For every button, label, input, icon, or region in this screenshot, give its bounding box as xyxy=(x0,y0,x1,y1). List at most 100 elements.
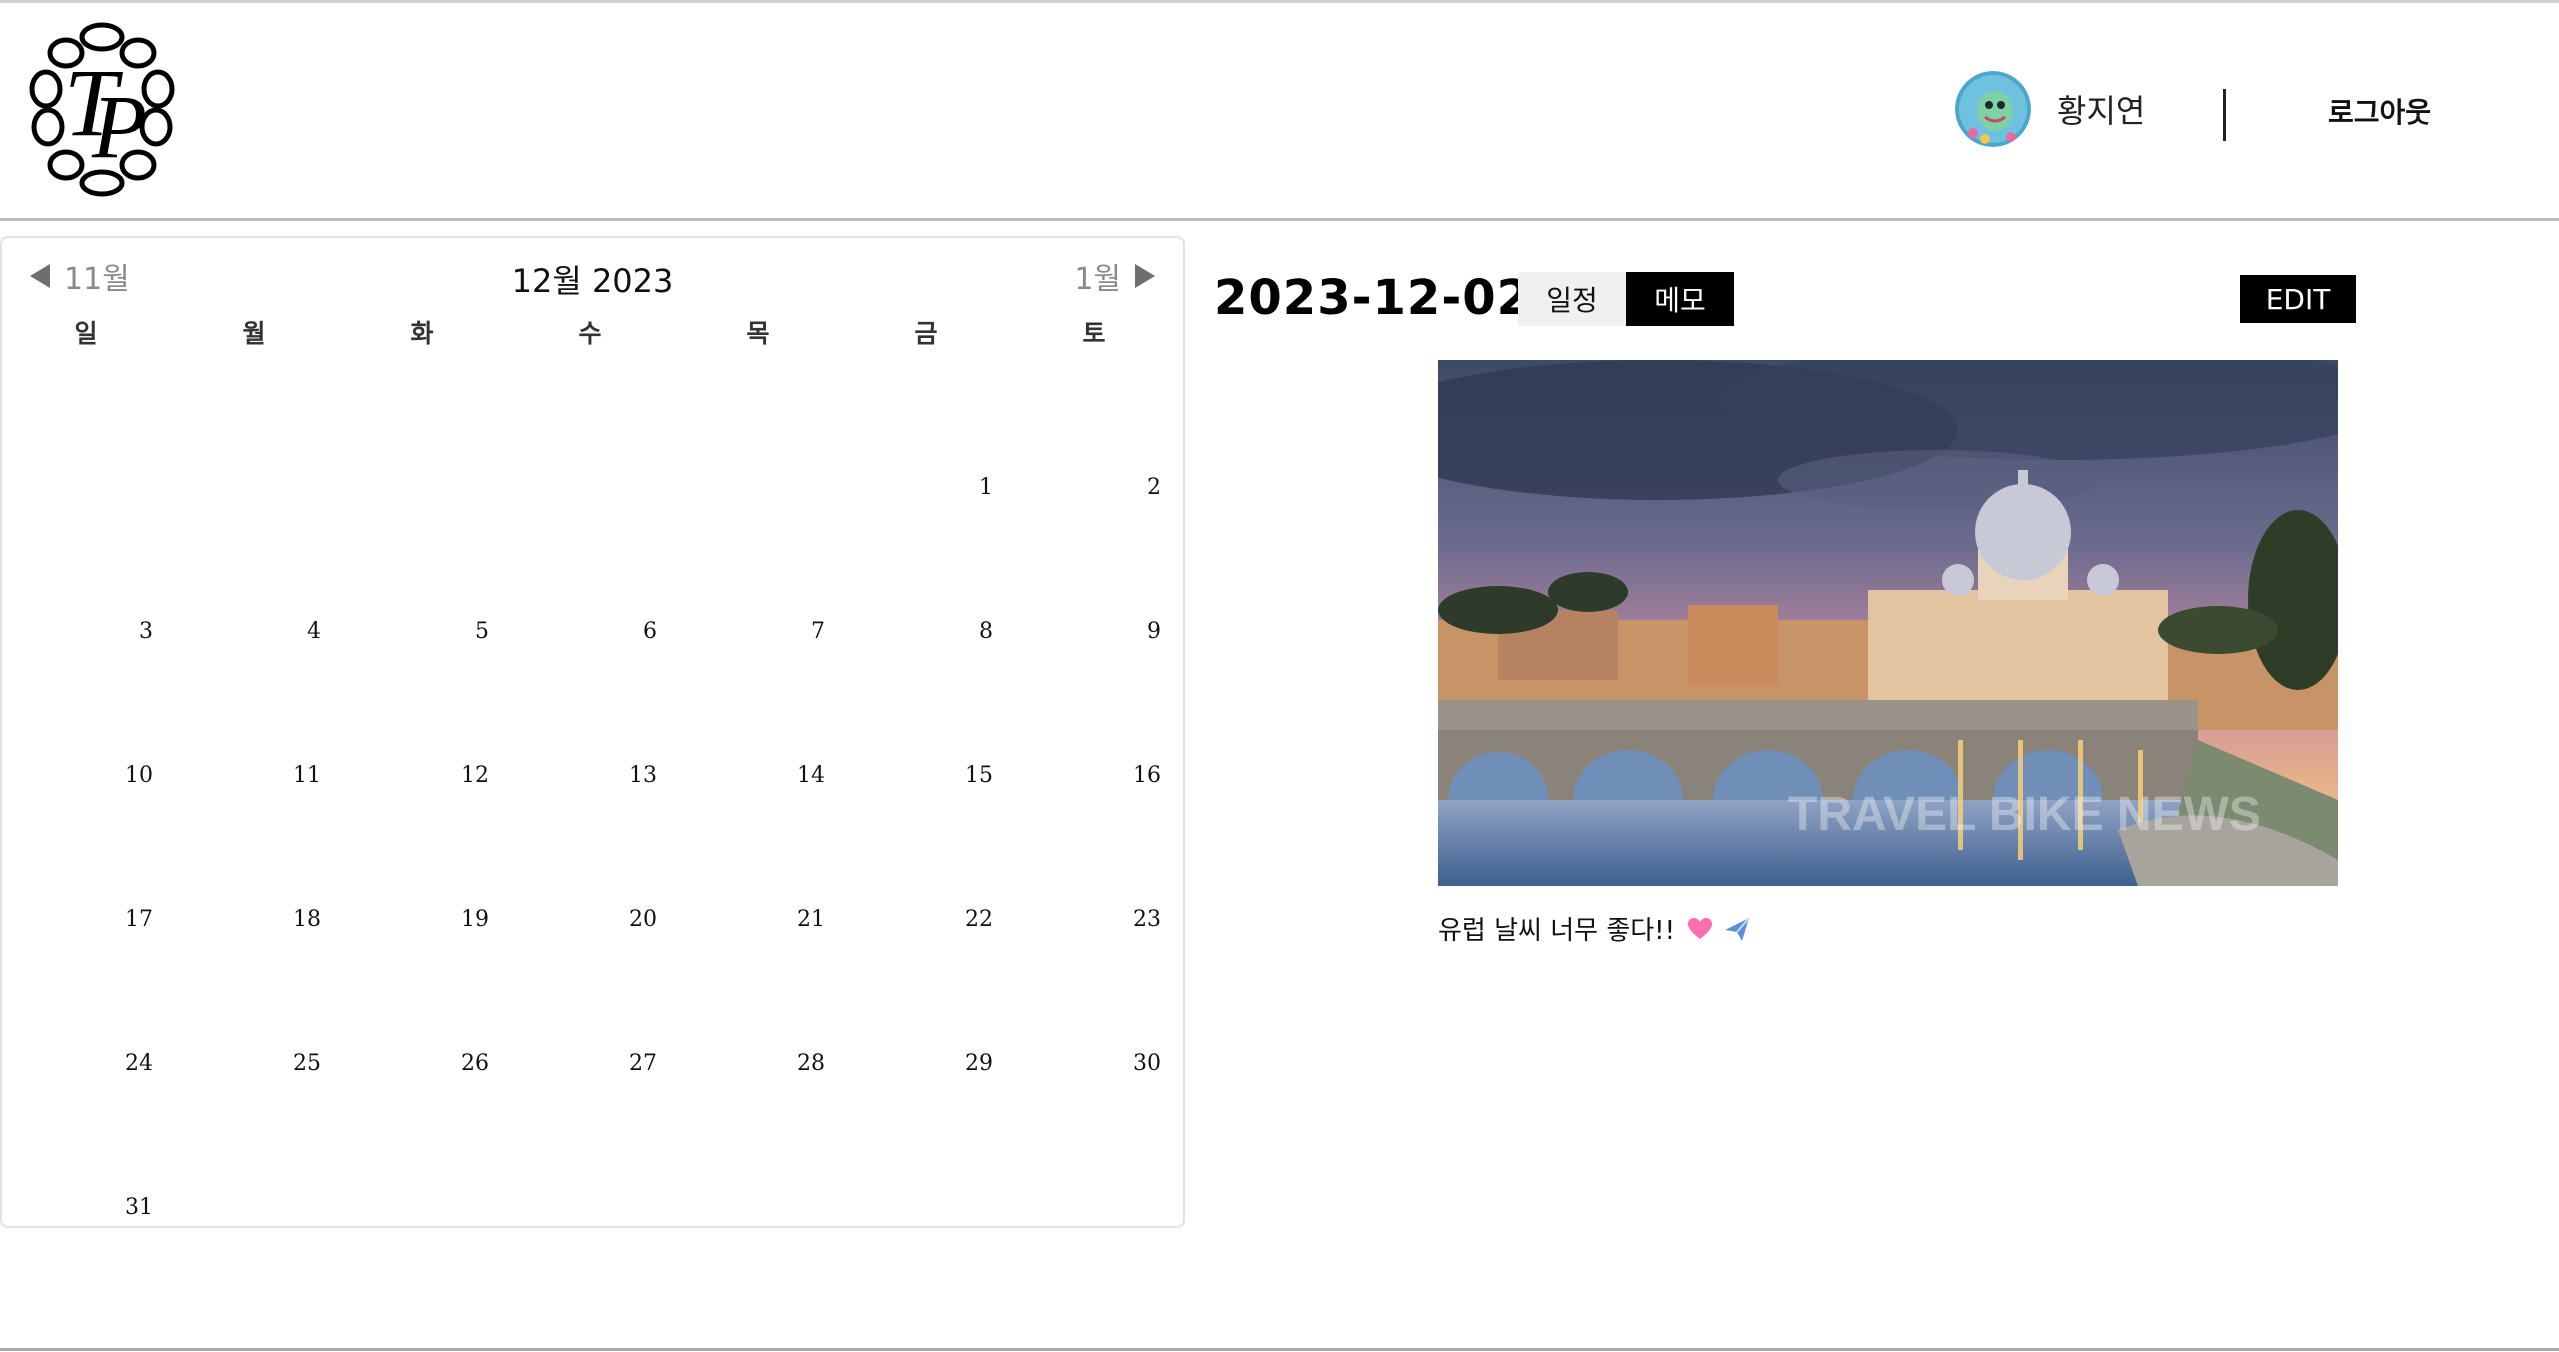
calendar-day-number: 2 xyxy=(1147,475,1161,500)
calendar-day-12[interactable]: 12 xyxy=(338,644,506,788)
memo-photo: TRAVEL BIKE NEWS xyxy=(1438,360,2338,886)
rome-cityscape-photo-icon: TRAVEL BIKE NEWS xyxy=(1438,360,2338,886)
calendar-day-number: 28 xyxy=(797,1051,825,1076)
calendar-day-number: 13 xyxy=(629,763,657,788)
avatar-character-icon xyxy=(1955,71,2031,147)
calendar-day-10[interactable]: 10 xyxy=(2,644,170,788)
calendar-day-19[interactable]: 19 xyxy=(338,788,506,932)
calendar-day-number: 8 xyxy=(979,619,993,644)
bottom-rule xyxy=(0,1348,2559,1351)
calendar-day-30[interactable]: 30 xyxy=(1010,932,1178,1076)
next-month-button[interactable]: 1월 xyxy=(1074,254,1155,298)
heart-icon xyxy=(1688,917,1712,939)
calendar-day-number: 9 xyxy=(1147,619,1161,644)
calendar-day-20[interactable]: 20 xyxy=(506,788,674,932)
calendar-day-8[interactable]: 8 xyxy=(842,500,1010,644)
calendar-day-number: 6 xyxy=(643,619,657,644)
calendar-day-number: 20 xyxy=(629,907,657,932)
weekday-mon: 월 xyxy=(242,319,266,348)
calendar-day-empty xyxy=(674,356,842,500)
calendar-day-4[interactable]: 4 xyxy=(170,500,338,644)
logout-button[interactable]: 로그아웃 xyxy=(2328,91,2431,131)
calendar-day-16[interactable]: 16 xyxy=(1010,644,1178,788)
calendar-day-empty xyxy=(2,356,170,500)
calendar-day-7[interactable]: 7 xyxy=(674,500,842,644)
calendar-day-5[interactable]: 5 xyxy=(338,500,506,644)
calendar-day-number: 25 xyxy=(293,1051,321,1076)
calendar-day-18[interactable]: 18 xyxy=(170,788,338,932)
weekday-thu: 목 xyxy=(746,319,770,348)
tab-memo[interactable]: 메모 xyxy=(1626,272,1734,326)
avatar[interactable] xyxy=(1955,71,2031,147)
calendar-day-9[interactable]: 9 xyxy=(1010,500,1178,644)
calendar-day-number: 27 xyxy=(629,1051,657,1076)
calendar-day-number: 14 xyxy=(797,763,825,788)
user-name: 황지연 xyxy=(2057,92,2146,130)
calendar-day-empty xyxy=(506,356,674,500)
calendar-day-empty xyxy=(170,356,338,500)
logo-emblem-icon: T P xyxy=(29,22,175,197)
calendar-day-number: 12 xyxy=(461,763,489,788)
calendar-day-number: 26 xyxy=(461,1051,489,1076)
calendar-day-number: 29 xyxy=(965,1051,993,1076)
calendar-day-14[interactable]: 14 xyxy=(674,644,842,788)
calendar-day-number: 11 xyxy=(293,763,321,788)
calendar-day-26[interactable]: 26 xyxy=(338,932,506,1076)
user-profile[interactable]: 황지연 xyxy=(1955,69,2145,149)
edit-button[interactable]: EDIT xyxy=(2240,275,2356,323)
calendar-day-24[interactable]: 24 xyxy=(2,932,170,1076)
page-header: T P 황지연 로그아웃 xyxy=(0,3,2559,221)
calendar-day-number: 10 xyxy=(125,763,153,788)
calendar-day-number: 16 xyxy=(1133,763,1161,788)
weekday-tue: 화 xyxy=(410,319,434,348)
calendar-day-number: 7 xyxy=(811,619,825,644)
calendar-day-22[interactable]: 22 xyxy=(842,788,1010,932)
calendar-day-15[interactable]: 15 xyxy=(842,644,1010,788)
weekday-sun: 일 xyxy=(74,319,98,348)
calendar-day-number: 1 xyxy=(979,475,993,500)
calendar-nav: 11월 12월 2023 1월 xyxy=(2,252,1183,302)
calendar-day-13[interactable]: 13 xyxy=(506,644,674,788)
calendar-day-6[interactable]: 6 xyxy=(506,500,674,644)
calendar-day-2[interactable]: 2 xyxy=(1010,356,1178,500)
calendar-day-number: 31 xyxy=(125,1195,153,1220)
photo-watermark: TRAVEL BIKE NEWS xyxy=(1788,788,2261,841)
calendar-day-number: 21 xyxy=(797,907,825,932)
calendar-day-number: 23 xyxy=(1133,907,1161,932)
next-month-label: 1월 xyxy=(1074,262,1121,297)
chevron-right-icon xyxy=(1135,264,1155,288)
calendar-day-1[interactable]: 1 xyxy=(842,356,1010,500)
calendar-day-3[interactable]: 3 xyxy=(2,500,170,644)
tab-schedule[interactable]: 일정 xyxy=(1518,272,1626,326)
calendar-day-number: 19 xyxy=(461,907,489,932)
selected-date: 2023-12-02 xyxy=(1214,270,1532,326)
calendar-days-grid: 1 2 3 4 5 6 7 8 9 10 11 12 13 14 15 16 17 18 19 20 21 22 23 24 2… xyxy=(2,356,1183,1220)
calendar-day-29[interactable]: 29 xyxy=(842,932,1010,1076)
weekday-fri: 금 xyxy=(914,319,938,348)
calendar-day-number: 3 xyxy=(139,619,153,644)
calendar-day-number: 24 xyxy=(125,1051,153,1076)
calendar-day-number: 5 xyxy=(475,619,489,644)
calendar-day-31[interactable]: 31 xyxy=(2,1076,170,1220)
calendar-day-17[interactable]: 17 xyxy=(2,788,170,932)
calendar-day-21[interactable]: 21 xyxy=(674,788,842,932)
memo-content: 유럽 날씨 너무 좋다!! xyxy=(1438,910,1751,947)
calendar-day-27[interactable]: 27 xyxy=(506,932,674,1076)
calendar-day-25[interactable]: 25 xyxy=(170,932,338,1076)
memo-text: 유럽 날씨 너무 좋다!! xyxy=(1438,916,1675,946)
weekday-wed: 수 xyxy=(578,319,602,348)
calendar-day-number: 30 xyxy=(1133,1051,1161,1076)
svg-text:P: P xyxy=(91,78,147,177)
calendar-day-number: 4 xyxy=(307,619,321,644)
calendar-day-number: 15 xyxy=(965,763,993,788)
calendar-day-11[interactable]: 11 xyxy=(170,644,338,788)
calendar-title: 12월 2023 xyxy=(511,262,674,300)
airplane-icon xyxy=(1725,916,1750,941)
calendar: 11월 12월 2023 1월 일 월 화 수 목 금 토 1234567891… xyxy=(0,236,1185,1228)
calendar-day-empty xyxy=(338,356,506,500)
calendar-day-23[interactable]: 23 xyxy=(1010,788,1178,932)
calendar-day-number: 22 xyxy=(965,907,993,932)
calendar-day-28[interactable]: 28 xyxy=(674,932,842,1076)
tp-logo[interactable]: T P xyxy=(28,17,176,197)
detail-tabs: 일정 메모 xyxy=(1518,272,1734,326)
